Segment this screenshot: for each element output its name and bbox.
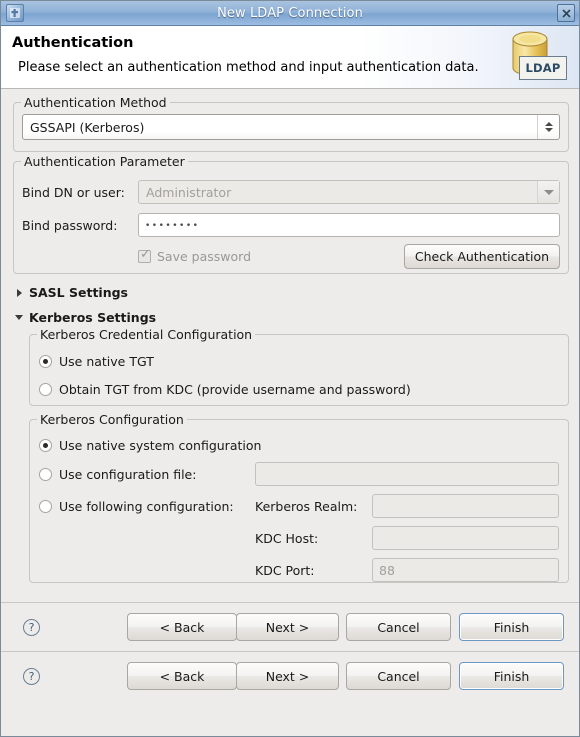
radio-use-native-tgt[interactable]: Use native TGT bbox=[39, 354, 154, 369]
finish-button-label: Finish bbox=[493, 619, 530, 635]
check-icon: ✓ bbox=[140, 247, 151, 262]
radio-label: Use native system configuration bbox=[59, 438, 262, 453]
cancel-button-label: Cancel bbox=[377, 619, 420, 635]
cancel-button[interactable]: Cancel bbox=[346, 662, 451, 690]
radio-button[interactable] bbox=[39, 468, 52, 481]
chevron-down-icon[interactable] bbox=[13, 315, 25, 320]
authentication-method-combo[interactable]: GSSAPI (Kerberos) bbox=[22, 114, 560, 140]
radio-label: Use native TGT bbox=[59, 354, 154, 369]
save-password-label: Save password bbox=[157, 249, 252, 264]
kerberos-configuration-legend: Kerberos Configuration bbox=[37, 412, 187, 427]
radio-use-native-system-configuration[interactable]: Use native system configuration bbox=[39, 438, 261, 453]
help-icon[interactable]: ? bbox=[23, 619, 40, 636]
radio-button[interactable] bbox=[39, 355, 52, 368]
authentication-method-legend: Authentication Method bbox=[21, 95, 170, 110]
back-button[interactable]: < Back bbox=[127, 662, 237, 690]
radio-label: Obtain TGT from KDC (provide username an… bbox=[59, 382, 411, 397]
new-ldap-connection-dialog: New LDAP Connection Authentication Pleas… bbox=[0, 0, 580, 737]
kdc-port-value: 88 bbox=[379, 562, 395, 578]
help-glyph: ? bbox=[28, 670, 35, 683]
sasl-settings-label: SASL Settings bbox=[29, 285, 128, 300]
finish-button[interactable]: Finish bbox=[459, 662, 564, 690]
window-app-icon bbox=[6, 4, 24, 22]
bind-dn-combo[interactable]: Administrator bbox=[138, 180, 560, 204]
help-glyph: ? bbox=[28, 621, 35, 634]
kerberos-realm-label: Kerberos Realm: bbox=[255, 499, 358, 514]
radio-button[interactable] bbox=[39, 500, 52, 513]
radio-button[interactable] bbox=[39, 439, 52, 452]
ldap-database-icon: LDAP bbox=[505, 28, 569, 88]
authentication-method-value: GSSAPI (Kerberos) bbox=[30, 119, 145, 135]
kdc-port-input[interactable]: 88 bbox=[372, 558, 559, 582]
check-authentication-label: Check Authentication bbox=[414, 249, 550, 264]
kerberos-settings-label: Kerberos Settings bbox=[29, 310, 157, 325]
next-button-label: Next > bbox=[265, 668, 310, 684]
dialog-header: Authentication Please select an authenti… bbox=[1, 26, 579, 89]
kdc-host-label: KDC Host: bbox=[255, 531, 319, 546]
bind-password-label: Bind password: bbox=[22, 218, 118, 233]
next-button[interactable]: Next > bbox=[236, 662, 339, 690]
ldap-badge-label: LDAP bbox=[519, 56, 567, 80]
window-title: New LDAP Connection bbox=[217, 5, 363, 21]
cancel-button-label: Cancel bbox=[377, 668, 420, 684]
bind-password-value: •••••••• bbox=[145, 221, 200, 231]
page-description: Please select an authentication method a… bbox=[18, 60, 479, 75]
kerberos-settings-section[interactable]: Kerberos Settings bbox=[13, 310, 156, 325]
radio-use-configuration-file[interactable]: Use configuration file: bbox=[39, 467, 196, 482]
kdc-port-label: KDC Port: bbox=[255, 563, 315, 578]
radio-use-following-configuration[interactable]: Use following configuration: bbox=[39, 499, 234, 514]
sasl-settings-section[interactable]: SASL Settings bbox=[13, 285, 128, 300]
cancel-button[interactable]: Cancel bbox=[346, 613, 451, 641]
dialog-content: Authentication Method GSSAPI (Kerberos) … bbox=[1, 89, 579, 602]
chevron-down-icon[interactable] bbox=[537, 181, 559, 203]
authentication-parameter-legend: Authentication Parameter bbox=[21, 154, 188, 169]
page-title: Authentication bbox=[12, 35, 134, 51]
next-button[interactable]: Next > bbox=[236, 613, 339, 641]
kerberos-realm-input[interactable] bbox=[372, 494, 559, 518]
back-button-label: < Back bbox=[159, 668, 205, 684]
bind-password-input[interactable]: •••••••• bbox=[138, 213, 560, 237]
radio-button[interactable] bbox=[39, 383, 52, 396]
finish-button[interactable]: Finish bbox=[459, 613, 564, 641]
back-button[interactable]: < Back bbox=[127, 613, 237, 641]
button-bar-secondary: ? < Back Next > Cancel Finish bbox=[1, 651, 579, 700]
bind-dn-value: Administrator bbox=[146, 184, 232, 200]
next-button-label: Next > bbox=[265, 619, 310, 635]
close-icon[interactable] bbox=[557, 4, 575, 22]
radio-label: Use configuration file: bbox=[59, 467, 197, 482]
configuration-file-input[interactable] bbox=[255, 462, 559, 486]
back-button-label: < Back bbox=[159, 619, 205, 635]
kdc-host-input[interactable] bbox=[372, 526, 559, 550]
save-password-checkbox[interactable]: ✓ Save password bbox=[138, 247, 252, 264]
button-bar-primary: ? < Back Next > Cancel Finish bbox=[1, 602, 579, 651]
check-authentication-button[interactable]: Check Authentication bbox=[404, 244, 560, 269]
radio-obtain-tgt-from-kdc[interactable]: Obtain TGT from KDC (provide username an… bbox=[39, 382, 411, 397]
title-bar: New LDAP Connection bbox=[1, 1, 579, 26]
chevron-updown-icon[interactable] bbox=[537, 115, 559, 139]
finish-button-label: Finish bbox=[493, 668, 530, 684]
help-icon[interactable]: ? bbox=[23, 668, 40, 685]
kerberos-credential-configuration-legend: Kerberos Credential Configuration bbox=[37, 327, 256, 342]
chevron-right-icon[interactable] bbox=[13, 288, 25, 297]
radio-label: Use following configuration: bbox=[59, 499, 234, 514]
bind-dn-label: Bind DN or user: bbox=[22, 185, 125, 200]
checkbox-box[interactable]: ✓ bbox=[138, 247, 151, 263]
